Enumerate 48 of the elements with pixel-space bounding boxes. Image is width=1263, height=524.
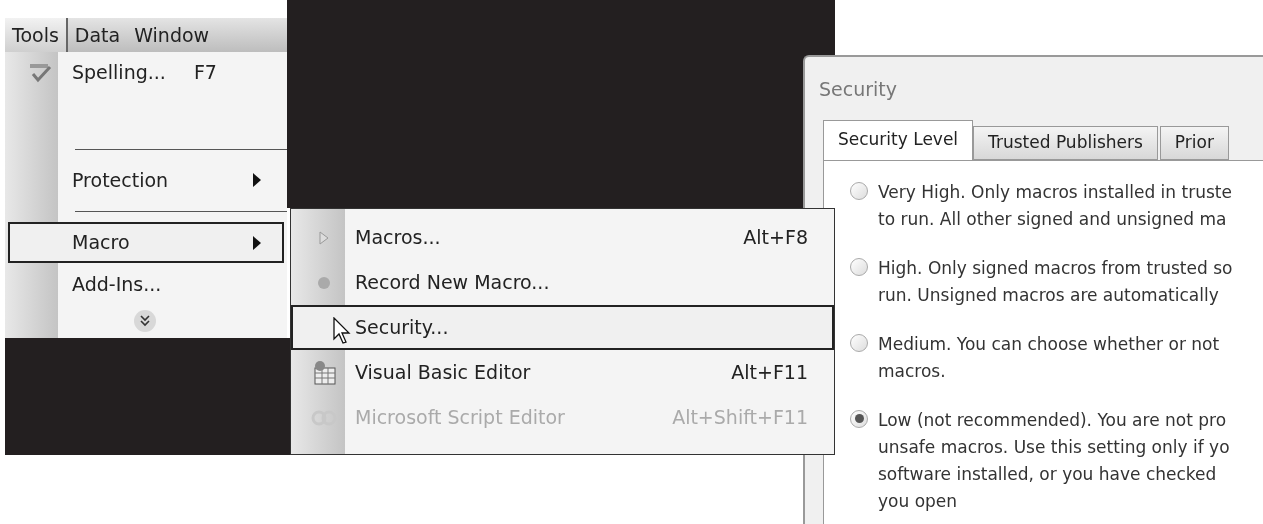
shortcut-text: F7 [193, 60, 217, 86]
radio-button[interactable] [850, 333, 868, 352]
option-text: Low (not recommended). You are not pro [878, 408, 1228, 432]
radio-button[interactable] [850, 181, 868, 200]
shortcut-text: Alt+Shift+F11 [672, 405, 808, 431]
option-text: Medium. You can choose whether or not [878, 332, 1220, 356]
menu-label: Visual Basic Editor [355, 360, 531, 386]
option-text: run. Unsigned macros are automatically [878, 283, 1220, 307]
menu-item[interactable]: Security... [291, 305, 834, 350]
menu-item[interactable]: Visual Basic Editor Alt+F11 [291, 350, 834, 395]
tab[interactable]: Security Level [823, 119, 974, 160]
option-text: you open [878, 489, 959, 513]
tab[interactable]: Trusted Publishers [973, 125, 1158, 160]
menu-tab[interactable]: Data [67, 18, 128, 52]
tab[interactable]: Prior [1159, 125, 1229, 160]
menu-item[interactable]: Add-Ins... [8, 263, 284, 305]
menu-item[interactable]: Record New Macro... [291, 260, 834, 305]
menu-label: Macro [72, 230, 130, 256]
menu-label: Microsoft Script Editor [355, 405, 565, 431]
triangle-icon [318, 229, 330, 246]
menu-tab[interactable]: Window [127, 18, 217, 52]
check-icon [28, 61, 54, 84]
option-text: to run. All other signed and unsigned ma [878, 207, 1228, 231]
option-text: High. Only signed macros from trusted so [878, 256, 1233, 280]
shortcut-text: Alt+F11 [731, 360, 808, 386]
menu-label: Record New Macro... [355, 270, 550, 296]
editor-icon [311, 359, 337, 386]
option-text: Very High. Only macros installed in truste [878, 180, 1232, 204]
dialog-title: Security [819, 77, 898, 102]
menu-tab[interactable]: Tools [5, 18, 68, 52]
menu-item[interactable]: Macros... Alt+F8 [291, 215, 834, 260]
radio-button[interactable] [850, 257, 868, 276]
menu-label: Add-Ins... [72, 271, 162, 297]
menu-label: Protection [72, 167, 169, 193]
option-text: macros. [878, 359, 947, 383]
radio-button[interactable] [850, 409, 868, 428]
menu-item[interactable]: Spelling... F7 [8, 52, 284, 94]
menu-item[interactable]: Macro [8, 221, 284, 264]
option-text: software installed, or you have checked [878, 462, 1218, 486]
expand-icon[interactable] [133, 309, 157, 334]
menu-item[interactable]: Protection [8, 159, 284, 201]
option-text: unsafe macros. Use this setting only if yo [878, 435, 1230, 459]
dot-icon [317, 275, 331, 290]
cursor-icon [333, 317, 351, 345]
menu-label: Security... [355, 315, 449, 341]
menu-label: Spelling... [72, 60, 166, 86]
menu-label: Macros... [355, 225, 441, 251]
shortcut-text: Alt+F8 [743, 225, 808, 251]
